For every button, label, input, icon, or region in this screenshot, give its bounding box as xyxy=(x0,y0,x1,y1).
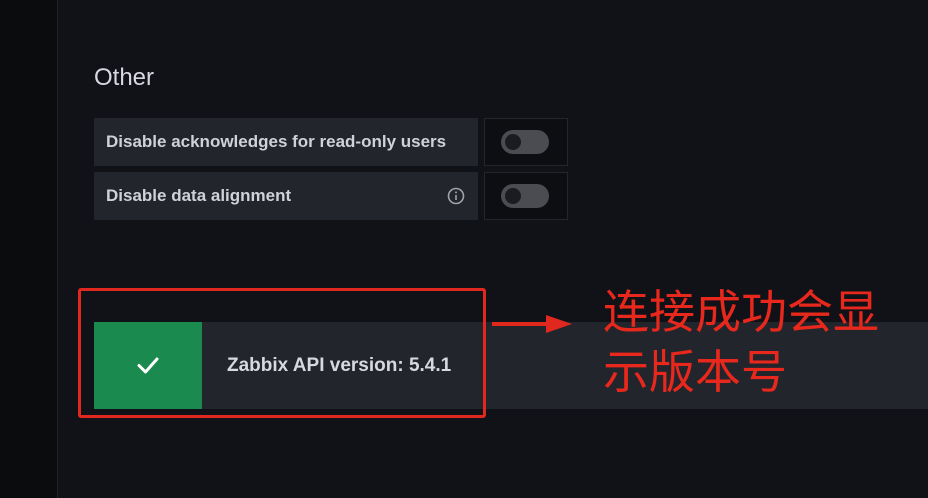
setting-label-disable-acknowledges: Disable acknowledges for read-only users xyxy=(94,118,478,166)
sidebar xyxy=(0,0,58,498)
disable-acknowledges-toggle[interactable] xyxy=(501,130,549,154)
setting-label-text: Disable data alignment xyxy=(106,186,292,205)
annotation-line-1: 连接成功会显 xyxy=(603,285,879,339)
switch-container xyxy=(484,118,568,166)
toggle-knob xyxy=(505,188,521,204)
section-title: Other xyxy=(94,64,155,91)
info-icon[interactable] xyxy=(446,186,466,206)
setting-label-disable-data-alignment: Disable data alignment xyxy=(94,172,478,220)
annotation-line-2: 示版本号 xyxy=(603,345,787,399)
annotation-arrow-icon xyxy=(492,315,572,333)
annotation-text: 连接成功会显 示版本号 xyxy=(603,282,923,402)
toggle-knob xyxy=(505,134,521,150)
setting-row-disable-data-alignment: Disable data alignment xyxy=(94,172,568,220)
annotation-highlight-box xyxy=(78,288,486,418)
setting-row-disable-acknowledges: Disable acknowledges for read-only users xyxy=(94,118,568,166)
disable-data-alignment-toggle[interactable] xyxy=(501,184,549,208)
switch-container xyxy=(484,172,568,220)
